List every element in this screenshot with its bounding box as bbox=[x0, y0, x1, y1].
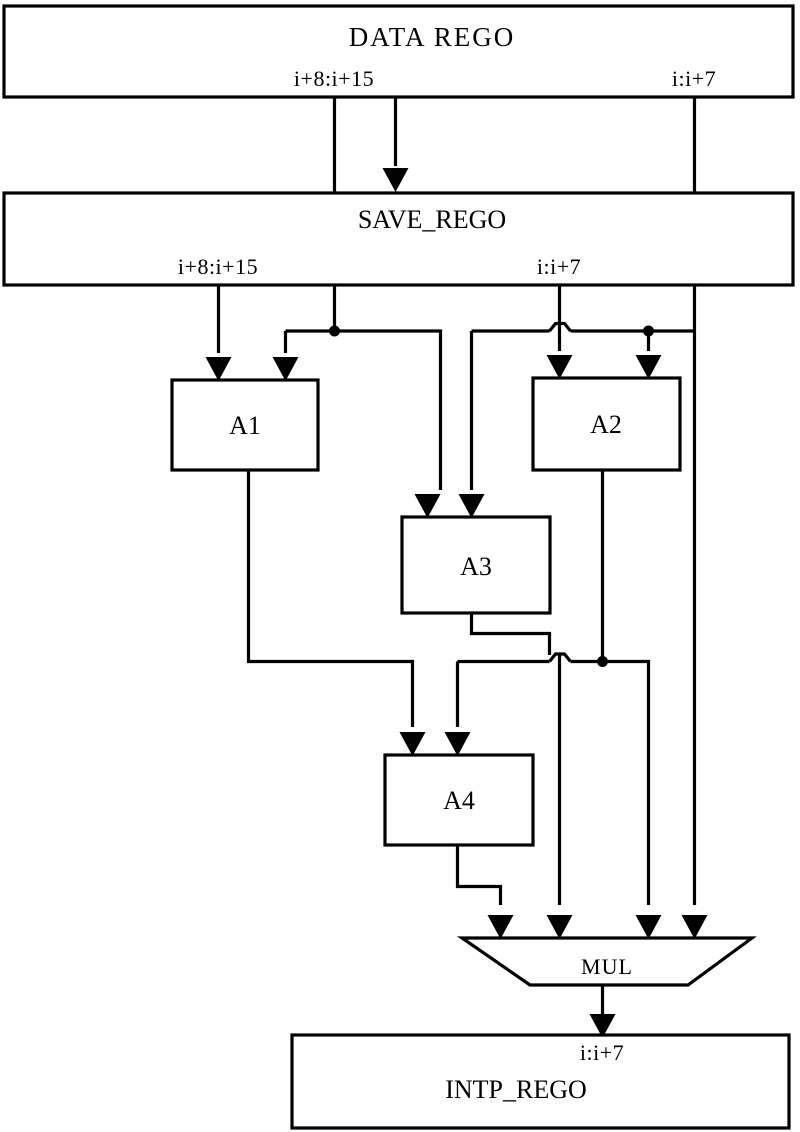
mul-label: MUL bbox=[581, 954, 633, 979]
block-a2[interactable]: A2 bbox=[531, 376, 682, 472]
data-rego-high-bits: i+8:i+15 bbox=[294, 66, 374, 91]
wire-rail-661-right bbox=[570, 659, 651, 905]
arrowhead-data-to-save bbox=[382, 168, 409, 192]
a4-label: A4 bbox=[443, 786, 475, 815]
block-a4[interactable]: A4 bbox=[383, 753, 535, 847]
arrowhead-mul-in-3 bbox=[635, 915, 662, 939]
wire-a1-out-to-a4 bbox=[246, 470, 415, 727]
arrowhead-a4-in-left bbox=[399, 732, 426, 756]
block-mul[interactable]: MUL bbox=[456, 936, 757, 987]
a3-label: A3 bbox=[460, 552, 492, 581]
junction-dot-rail-661 bbox=[597, 656, 608, 667]
intp-rego-label: INTP_REGO bbox=[445, 1075, 587, 1104]
save-rego-label: SAVE_REGO bbox=[358, 205, 506, 234]
a1-label: A1 bbox=[229, 411, 261, 440]
arrowhead-a2-in-left bbox=[546, 355, 573, 379]
arrowhead-a1-in-right bbox=[272, 357, 299, 381]
wire-a4-out-to-mul bbox=[455, 845, 503, 905]
arrowhead-mul-in-4 bbox=[681, 915, 708, 939]
block-data-rego[interactable]: DATA REGO i+8:i+15 i:i+7 bbox=[2, 4, 795, 99]
save-rego-low-bits: i:i+7 bbox=[537, 254, 581, 279]
save-rego-high-bits: i+8:i+15 bbox=[178, 254, 258, 279]
a2-label: A2 bbox=[590, 410, 622, 439]
block-a3[interactable]: A3 bbox=[400, 515, 552, 615]
data-rego-low-bits: i:i+7 bbox=[672, 66, 716, 91]
data-rego-label: DATA REGO bbox=[349, 22, 516, 52]
junction-dot-rail-331 bbox=[643, 325, 654, 337]
block-diagram-svg: DATA REGO i+8:i+15 i:i+7 SAVE_REGO i+8:i… bbox=[2, 4, 795, 1130]
block-save-rego[interactable]: SAVE_REGO i+8:i+15 i:i+7 bbox=[2, 191, 795, 287]
wire-a3-out-stub bbox=[469, 613, 552, 655]
intp-rego-out-bits: i:i+7 bbox=[580, 1040, 624, 1065]
diagram-canvas: DATA REGO i+8:i+15 i:i+7 SAVE_REGO i+8:i… bbox=[0, 0, 800, 1132]
arrowhead-a1-in-left bbox=[205, 357, 232, 381]
junction-dot-high-bus bbox=[329, 325, 340, 337]
arrowhead-a3-in-left bbox=[414, 494, 441, 518]
block-a1[interactable]: A1 bbox=[170, 378, 320, 472]
arrowhead-mul-in-2 bbox=[546, 915, 573, 939]
arrowhead-mul-in-1 bbox=[487, 915, 514, 939]
block-intp-rego[interactable]: i:i+7 INTP_REGO bbox=[290, 1033, 791, 1130]
arrowhead-a4-in-right bbox=[444, 732, 471, 756]
arrowhead-a3-in-right bbox=[458, 494, 485, 518]
arrowhead-a2-in-right bbox=[635, 355, 662, 379]
